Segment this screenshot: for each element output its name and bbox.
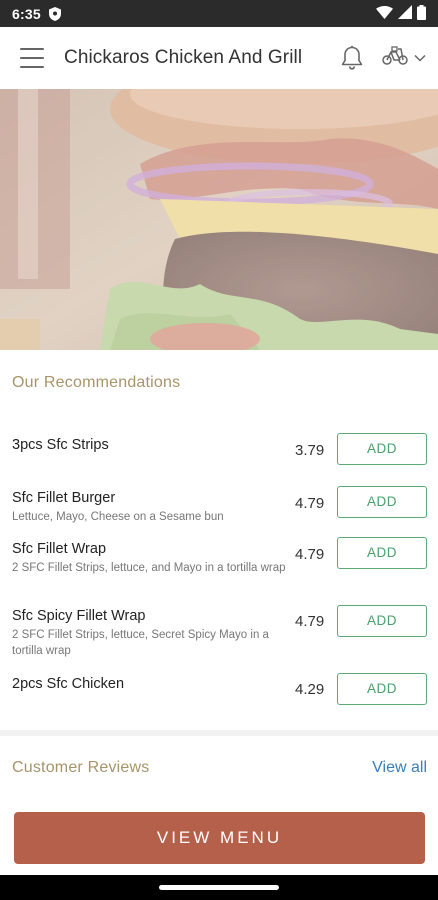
status-bar: 6:35 <box>0 0 438 27</box>
home-gesture-handle[interactable] <box>159 885 279 890</box>
recommendations-title: Our Recommendations <box>12 374 181 391</box>
list-item: Sfc Fillet Wrap 2 SFC Fillet Strips, let… <box>12 537 428 576</box>
app-bar: Chickaros Chicken And Grill <box>0 27 438 89</box>
list-item: 2pcs Sfc Chicken 4.29 ADD <box>12 673 428 705</box>
bell-icon[interactable] <box>340 45 364 71</box>
delivery-selector[interactable] <box>382 45 426 71</box>
reviews-title: Customer Reviews <box>12 759 150 776</box>
delivery-bike-icon <box>382 45 408 71</box>
item-price: 4.79 <box>295 613 325 630</box>
item-price: 4.29 <box>295 681 325 698</box>
list-item: Sfc Spicy Fillet Wrap 2 SFC Fillet Strip… <box>12 605 428 659</box>
system-nav-bar <box>0 875 438 900</box>
list-item: Sfc Fillet Burger Lettuce, Mayo, Cheese … <box>12 486 428 525</box>
item-description: 2 SFC Fillet Strips, lettuce, and Mayo i… <box>12 562 286 574</box>
item-description: Lettuce, Mayo, Cheese on a Sesame bun <box>12 511 224 523</box>
item-price: 3.79 <box>295 442 325 459</box>
cellular-signal-icon <box>398 5 412 22</box>
item-price: 4.79 <box>295 495 325 512</box>
add-button[interactable]: ADD <box>337 433 427 465</box>
shield-icon <box>48 6 61 21</box>
section-divider <box>0 730 438 736</box>
battery-icon <box>417 4 426 23</box>
wifi-icon <box>376 5 393 22</box>
view-all-link[interactable]: View all <box>372 759 427 777</box>
page-title: Chickaros Chicken And Grill <box>64 47 303 68</box>
hero-image <box>0 89 438 350</box>
status-time: 6:35 <box>12 5 41 22</box>
item-description: 2 SFC Fillet Strips, lettuce, Secret Spi… <box>12 629 269 657</box>
chevron-down-icon <box>414 49 426 67</box>
view-menu-button[interactable]: VIEW MENU <box>14 812 425 864</box>
list-item: 3pcs Sfc Strips 3.79 ADD <box>12 433 428 465</box>
add-button[interactable]: ADD <box>337 605 427 637</box>
add-button[interactable]: ADD <box>337 486 427 518</box>
add-button[interactable]: ADD <box>337 537 427 569</box>
item-price: 4.79 <box>295 546 325 563</box>
add-button[interactable]: ADD <box>337 673 427 705</box>
menu-icon[interactable] <box>20 48 44 68</box>
